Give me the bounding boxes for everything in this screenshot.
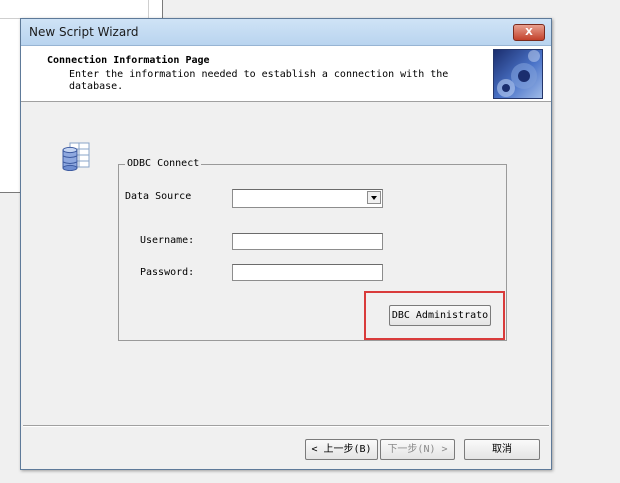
password-field[interactable] <box>232 264 383 281</box>
window-title: New Script Wizard <box>29 25 139 39</box>
data-source-combo[interactable] <box>232 189 383 208</box>
page-title: Connection Information Page <box>47 55 210 66</box>
username-field[interactable] <box>232 233 383 250</box>
wizard-banner-graphic <box>493 49 543 99</box>
back-button[interactable]: < 上一步(B) <box>305 439 378 460</box>
odbc-administrator-button[interactable]: DBC Administrato <box>389 305 491 326</box>
data-source-label: Data Source <box>125 191 192 202</box>
close-icon[interactable]: X <box>513 24 545 41</box>
background-toolbar <box>0 0 149 19</box>
cancel-button[interactable]: 取消 <box>464 439 540 460</box>
wizard-window: New Script Wizard X Connection Informati… <box>20 18 552 470</box>
page-description: Enter the information needed to establis… <box>69 69 449 92</box>
dropdown-arrow-icon[interactable] <box>367 191 381 204</box>
wizard-header: Connection Information Page Enter the in… <box>21 46 551 102</box>
title-bar[interactable]: New Script Wizard X <box>21 19 551 46</box>
database-icon <box>61 141 91 172</box>
footer-divider <box>23 425 549 427</box>
username-label: Username: <box>140 235 195 246</box>
next-button: 下一步(N) > <box>380 439 455 460</box>
group-label: ODBC Connect <box>125 158 202 169</box>
password-label: Password: <box>140 267 195 278</box>
